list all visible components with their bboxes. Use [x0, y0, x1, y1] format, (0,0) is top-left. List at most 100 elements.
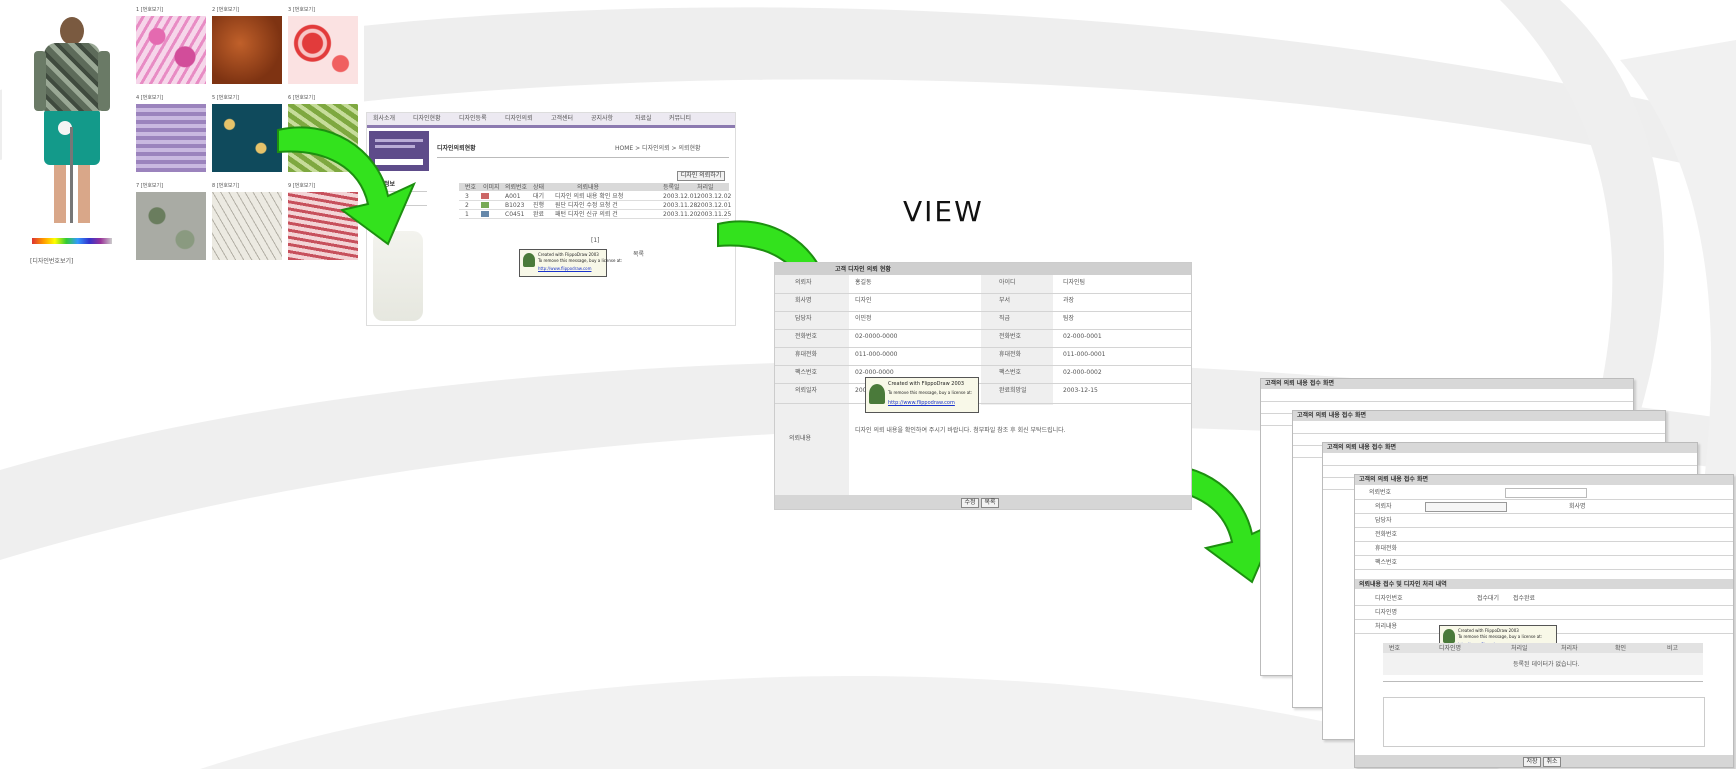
popup-text: Created with FlippoDraw 2003	[1458, 628, 1519, 633]
detail-section-title: 고객 디자인 의뢰 현황	[835, 266, 891, 273]
sheet-title: 고객의 의뢰 내용 접수 화면	[1293, 411, 1665, 421]
nav-item[interactable]: 공지사항	[591, 115, 613, 122]
swatch-header: 5 [번호보기]	[212, 95, 240, 101]
swatch-header: 6 [번호보기]	[288, 95, 316, 101]
table-cell: 2	[465, 202, 469, 209]
breadcrumb: HOME > 디자인의뢰 > 의뢰현황	[615, 145, 701, 152]
radio-option[interactable]: 접수대기	[1477, 595, 1499, 602]
swatch-header: 7 [번호보기]	[136, 183, 164, 189]
table-header: 번호	[1389, 645, 1401, 652]
field-label: 전화번호	[1375, 531, 1398, 538]
field-value: 디자인팀	[1063, 279, 1086, 286]
field-label: 팩스번호	[1375, 559, 1398, 566]
table-cell[interactable]: A001	[505, 193, 521, 200]
table-cell[interactable]: B1023	[505, 202, 524, 209]
content-text: 디자인 의뢰 내용을 확인하여 주시기 바랍니다. 첨부파일 참조 후 회신 부…	[855, 427, 1066, 434]
field-label: 의뢰자	[1375, 503, 1392, 510]
row-thumbnail	[481, 211, 489, 217]
field-label: 휴대전화	[795, 351, 818, 358]
field-label: 완료희망일	[999, 387, 1027, 394]
nav-item[interactable]: 커뮤니티	[669, 115, 691, 122]
field-value: 02-000-0000	[855, 369, 894, 376]
table-cell: 2003.11.28	[663, 202, 698, 209]
catalog-caption: [디자인번호보기]	[30, 258, 74, 265]
swatch-gray-floral[interactable]	[136, 192, 206, 260]
field-label: 담당자	[795, 315, 812, 322]
watermark-popup: Created with FlippoDraw 2003 To remove t…	[519, 249, 622, 277]
field-label: 디자인명	[1375, 609, 1398, 616]
field-value: 02-000-0002	[1063, 369, 1102, 376]
field-value: 011-000-0000	[855, 351, 898, 358]
request-detail-screen: 고객 디자인 의뢰 현황 의뢰자 홍길동 아이디 디자인팀 회사명 디자인 부서…	[774, 262, 1192, 510]
field-label: 휴대전화	[999, 351, 1022, 358]
field-label: 회사명	[795, 297, 812, 304]
table-header: 의뢰내용	[577, 184, 600, 191]
table-cell[interactable]: 디자인 의뢰 내용 확인 요청	[555, 193, 623, 200]
radio-option[interactable]: 접수완료	[1513, 595, 1535, 602]
table-header: 디자인명	[1439, 645, 1462, 652]
swatch-header: 1 [번호보기]	[136, 7, 164, 13]
popup-text: To remove this message, buy a license at…	[888, 390, 973, 395]
table-cell[interactable]: C0451	[505, 211, 524, 218]
sheet-title: 고객의 의뢰 내용 접수 화면	[1261, 379, 1633, 389]
field-value: 홍길동	[855, 279, 872, 286]
popup-text: To remove this message, buy a license at…	[1458, 634, 1543, 639]
popup-text: To remove this message, buy a license at…	[538, 258, 623, 263]
table-header: 번호	[465, 184, 477, 191]
field-label: 직급	[999, 315, 1011, 322]
form-sheet-front: 고객의 의뢰 내용 접수 화면 의뢰번호 의뢰자 회사명 담당자 전화번호 휴대…	[1354, 474, 1734, 768]
list-button[interactable]: 목록	[981, 498, 999, 508]
memo-textarea[interactable]	[1383, 697, 1705, 747]
table-cell[interactable]: 패턴 디자인 신규 의뢰 건	[555, 211, 618, 218]
flippo-logo-icon	[1443, 629, 1455, 643]
pager[interactable]: [1]	[591, 237, 600, 244]
swatch-pink-paisley[interactable]	[136, 16, 206, 84]
flippo-logo-icon	[869, 384, 885, 404]
field-label: 의뢰자	[795, 279, 812, 286]
nav-item[interactable]: 디자인등록	[459, 115, 487, 122]
field-value: 02-0000-0000	[855, 333, 898, 340]
field-value: 이민정	[855, 315, 872, 322]
swatch-rust[interactable]	[212, 16, 282, 84]
table-header: 처리일	[697, 184, 714, 191]
field-label: 전화번호	[999, 333, 1022, 340]
field-label: 전화번호	[795, 333, 818, 340]
table-cell: 2003.12.01	[663, 193, 698, 200]
popup-link[interactable]: http://www.flippodraw.com	[888, 400, 955, 406]
edit-button[interactable]: 수정	[961, 498, 979, 508]
popup-link[interactable]: http://www.flippodraw.com	[538, 266, 591, 271]
table-cell: 3	[465, 193, 469, 200]
field-label: 담당자	[1375, 517, 1392, 524]
swatch-lilac[interactable]	[136, 104, 206, 172]
nav-item[interactable]: 고객센터	[551, 115, 573, 122]
field-label: 팩스번호	[795, 369, 818, 376]
table-header: 등록일	[663, 184, 680, 191]
table-header: 의뢰번호	[505, 184, 528, 191]
swatch-header: 2 [번호보기]	[212, 7, 240, 13]
list-button[interactable]: 목록	[633, 251, 644, 258]
color-palette-bar	[32, 238, 112, 244]
nav-item[interactable]: 디자인의뢰	[505, 115, 533, 122]
table-cell[interactable]: 원단 디자인 수정 요청 건	[555, 202, 618, 209]
table-cell: 2003.11.20	[663, 211, 698, 218]
swatch-header: 3 [번호보기]	[288, 7, 316, 13]
swatch-red-rose[interactable]	[288, 16, 358, 84]
table-header: 확인	[1615, 645, 1627, 652]
cancel-button[interactable]: 취소	[1543, 757, 1561, 767]
field-value: 디자인	[855, 297, 872, 304]
request-table: 번호 이미지 의뢰번호 상태 의뢰내용 등록일 처리일 3 A001 대기 디자…	[459, 183, 731, 223]
popup-text: Created with FlippoDraw 2003	[888, 381, 965, 387]
save-button[interactable]: 저장	[1523, 757, 1541, 767]
field-label: 부서	[999, 297, 1011, 304]
table-header: 비고	[1667, 645, 1679, 652]
flow-arrow-1	[277, 126, 416, 246]
field-value: 팀장	[1063, 315, 1075, 322]
popup-text: Created with FlippoDraw 2003	[538, 252, 599, 257]
name-select[interactable]	[1425, 502, 1507, 512]
table-cell: 진행	[533, 202, 545, 209]
section2-title: 의뢰내용 접수 및 디자인 처리 내역	[1359, 581, 1447, 588]
request-design-button[interactable]: 디자인 의뢰하기	[677, 171, 725, 181]
field-label: 회사명	[1569, 503, 1586, 510]
nav-item[interactable]: 자료실	[635, 115, 652, 122]
field-label: 의뢰번호	[1369, 489, 1392, 496]
